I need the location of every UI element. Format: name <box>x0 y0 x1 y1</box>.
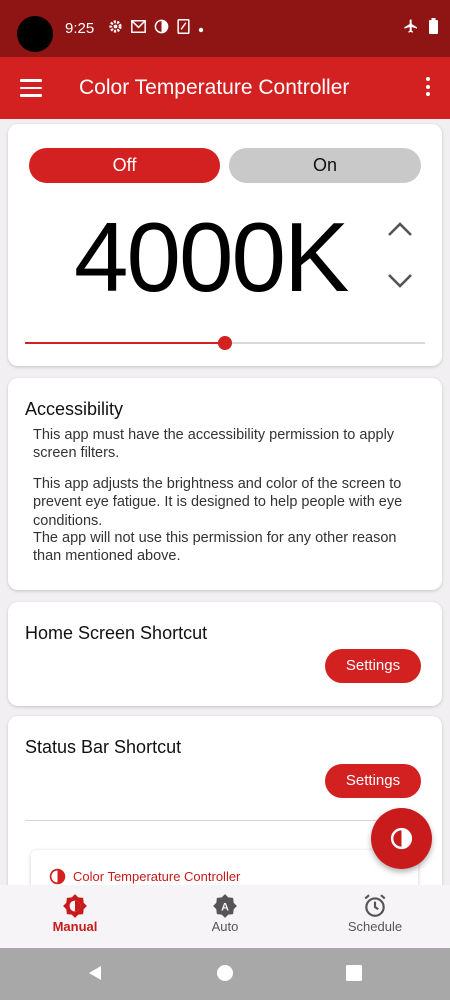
nav-schedule[interactable]: Schedule <box>325 893 425 934</box>
airplane-mode-icon <box>403 18 419 39</box>
increase-chevron-up-icon[interactable] <box>386 220 414 243</box>
svg-text:A: A <box>221 901 229 913</box>
settings-gear-icon <box>108 19 123 39</box>
home-shortcut-settings-button[interactable]: Settings <box>325 649 421 683</box>
contrast-icon <box>154 19 169 39</box>
notification-dot-icon <box>198 20 204 38</box>
app-bar: Color Temperature Controller <box>0 57 450 119</box>
accessibility-card: Accessibility This app must have the acc… <box>8 378 442 590</box>
decrease-chevron-down-icon[interactable] <box>386 272 414 295</box>
temperature-control-card: Off On 4000K <box>8 124 442 366</box>
manual-contrast-icon <box>25 893 125 919</box>
preview-label: Color Temperature Controller <box>73 869 241 884</box>
accessibility-text-1: This app must have the accessibility per… <box>33 427 395 462</box>
battery-icon <box>429 18 438 39</box>
toggle-filter-fab[interactable] <box>371 808 432 869</box>
accessibility-text-3: The app will not use this permission for… <box>33 530 397 565</box>
recents-icon[interactable] <box>346 965 362 986</box>
app-title: Color Temperature Controller <box>79 76 350 99</box>
accessibility-text-2: This app adjusts the brightness and colo… <box>33 476 403 529</box>
divider <box>25 820 425 821</box>
nav-manual-label: Manual <box>52 919 98 934</box>
nav-manual[interactable]: Manual <box>25 893 125 934</box>
off-button[interactable]: Off <box>29 148 220 183</box>
nav-auto-label: Auto <box>211 919 239 934</box>
status-shortcut-settings-button[interactable]: Settings <box>325 764 421 798</box>
status-bar: 9:25 <box>0 0 450 57</box>
on-button[interactable]: On <box>229 148 421 183</box>
home-shortcut-title: Home Screen Shortcut <box>25 623 208 643</box>
status-shortcut-title: Status Bar Shortcut <box>25 737 182 757</box>
auto-brightness-icon: A <box>175 893 275 919</box>
status-time: 9:25 <box>65 20 95 37</box>
bottom-navigation: Manual A Auto Schedule <box>0 885 450 948</box>
home-icon[interactable] <box>216 964 234 987</box>
home-shortcut-card: Home Screen Shortcut Settings <box>8 602 442 706</box>
camera-cutout <box>17 16 53 52</box>
overflow-menu-icon[interactable] <box>426 77 430 100</box>
menu-hamburger-icon[interactable] <box>20 79 42 102</box>
temperature-slider[interactable] <box>25 336 425 350</box>
nav-auto[interactable]: A Auto <box>175 893 275 934</box>
slider-thumb[interactable] <box>218 336 232 350</box>
slider-fill <box>25 342 225 344</box>
nav-schedule-label: Schedule <box>347 919 403 934</box>
accessibility-title: Accessibility <box>25 399 124 419</box>
system-navigation-bar <box>0 948 450 1000</box>
gmail-icon <box>131 20 146 38</box>
fab-contrast-icon <box>390 827 413 855</box>
alarm-clock-icon <box>325 893 425 919</box>
back-icon[interactable] <box>86 964 104 987</box>
screen-filter-icon <box>177 19 190 39</box>
temperature-readout: 4000K <box>74 202 349 312</box>
